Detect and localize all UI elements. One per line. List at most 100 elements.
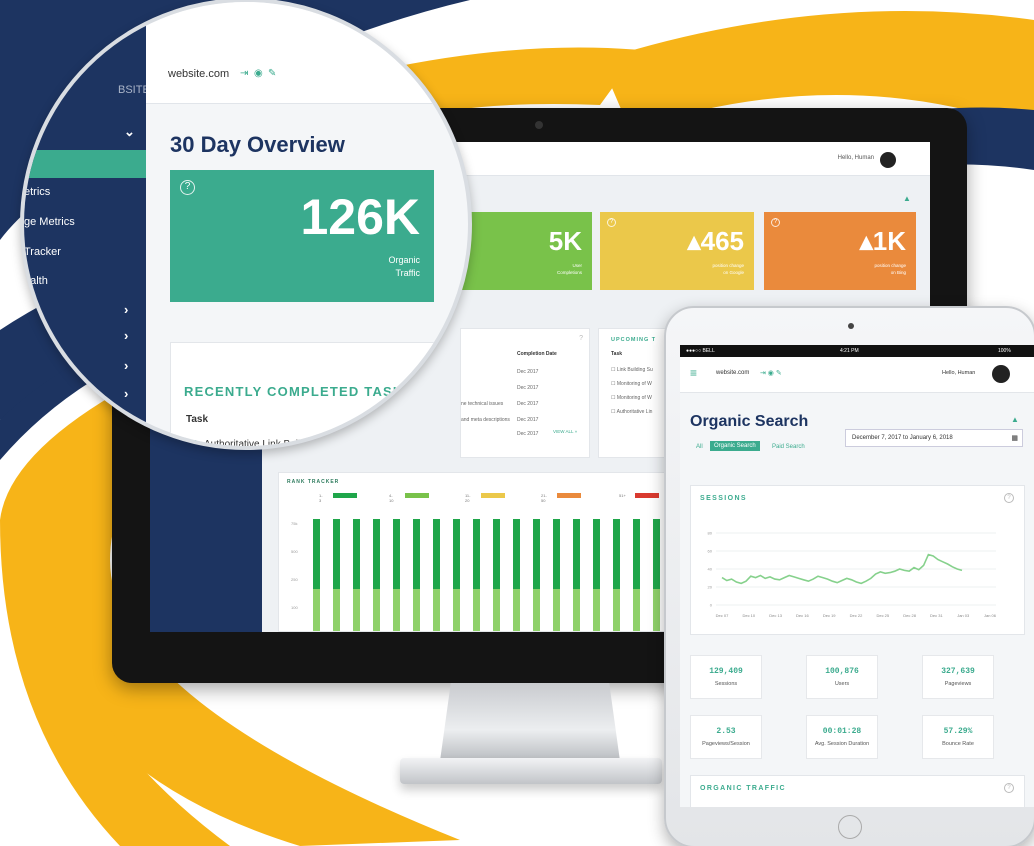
organic-traffic-title: ORGANIC TRAFFIC [700, 785, 786, 792]
rank-bar-segment [453, 589, 460, 631]
rank-bar [633, 519, 640, 631]
legend-label: 21-50 [541, 493, 547, 503]
zoom-top-bar [146, 2, 468, 104]
sidebar-item[interactable]: ge Metrics [24, 216, 75, 228]
login-icon[interactable]: ⇥ [240, 68, 248, 79]
status-bar: ●●●○○ BELL 4:21 PM 100% [680, 345, 1034, 357]
filter-all[interactable]: All [696, 444, 703, 450]
carrier: ●●●○○ BELL [686, 348, 715, 354]
sidebar-item-active[interactable] [24, 150, 146, 178]
chevron-down-icon[interactable]: ⌄ [124, 124, 135, 140]
task-cell: and meta descriptions [461, 417, 510, 423]
rank-bar [313, 519, 320, 631]
stat-label: Avg. Session Duration [814, 741, 870, 747]
stat-tile: 129,409 Sessions [690, 655, 762, 699]
x-tick: Dec 25 [876, 613, 889, 618]
stat-tile: 2.53 Pageviews/Session [690, 715, 762, 759]
stat-tile: 327,639 Pageviews [922, 655, 994, 699]
help-icon[interactable]: ? [607, 218, 616, 227]
rank-bar [653, 519, 660, 631]
filter-paid[interactable]: Paid Search [772, 444, 805, 450]
x-tick: Dec 19 [823, 613, 836, 618]
task-header: Task [611, 351, 623, 357]
y-tick: 20 [708, 585, 713, 590]
avatar[interactable] [992, 365, 1010, 383]
rank-bar [553, 519, 560, 631]
calendar-icon: ▦ [1011, 435, 1018, 442]
stat-value: 57.29% [943, 727, 973, 736]
greeting-text: Hello, Human [942, 370, 976, 376]
x-tick: Dec 22 [850, 613, 863, 618]
tablet-home-button[interactable] [838, 815, 862, 839]
eye-icon[interactable]: ◉ [254, 68, 263, 79]
rank-bar [613, 519, 620, 631]
chevron-right-icon[interactable]: › [124, 358, 128, 373]
x-tick: Jan 03 [957, 613, 970, 618]
help-icon[interactable]: ? [771, 218, 780, 227]
export-icon[interactable]: ▲ [1011, 415, 1019, 424]
chevron-right-icon[interactable]: › [124, 416, 128, 431]
stat-value: 2.53 [716, 727, 736, 736]
nav-icons[interactable]: ⇥ ◉ ✎ [760, 369, 782, 377]
date-cell: Dec 2017 [517, 431, 539, 437]
magnifier-zoom: BSITE ⌄ etrics ge Metrics Tracker ealth … [20, 0, 472, 450]
chevron-right-icon[interactable]: › [124, 328, 128, 343]
chevron-right-icon[interactable]: › [124, 386, 128, 401]
stat-label: Pageviews [944, 681, 972, 687]
rank-bar-segment [513, 519, 520, 589]
rank-bar-segment [573, 589, 580, 631]
rank-bar-segment [393, 519, 400, 589]
rank-bar-segment [593, 589, 600, 631]
help-icon[interactable]: ? [579, 335, 583, 342]
stat-value: 129,409 [709, 667, 743, 676]
legend-swatch [557, 493, 581, 498]
rank-bar [513, 519, 520, 631]
greeting-text: Hello, Human [837, 155, 874, 161]
chevron-right-icon[interactable]: › [124, 302, 128, 317]
monitor-stand-base [400, 758, 662, 784]
avatar[interactable] [880, 152, 896, 168]
help-icon[interactable]: ? [180, 180, 195, 195]
x-tick: Dec 10 [742, 613, 755, 618]
rank-bar [413, 519, 420, 631]
sidebar-item[interactable]: ealth [24, 275, 48, 287]
legend-label: 1-3 [319, 493, 323, 503]
date-cell: Dec 2017 [517, 417, 539, 423]
rank-tracker-title: RANK TRACKER [287, 479, 340, 485]
help-icon[interactable]: ? [1004, 493, 1014, 503]
menu-icon[interactable]: ≡ [690, 366, 697, 380]
rank-bar-segment [533, 519, 540, 589]
legend-label: 4-10 [389, 493, 394, 503]
card-label: position change on Bing [874, 263, 906, 275]
stat-value: 100,876 [825, 667, 859, 676]
site-name: website.com [168, 68, 230, 80]
upcoming-item[interactable]: ☐ Monitoring of W [611, 395, 652, 401]
view-all-link[interactable]: VIEW ALL » [553, 429, 577, 434]
stat-tile: 100,876 Users [806, 655, 878, 699]
date-range-picker[interactable]: December 7, 2017 to January 6, 2018 ▦ [845, 429, 1023, 447]
rank-bar-segment [533, 589, 540, 631]
sidebar-item[interactable]: cs [24, 330, 35, 342]
edit-icon[interactable]: ✎ [268, 68, 276, 79]
rank-bar-segment [473, 519, 480, 589]
filter-organic[interactable]: Organic Search [710, 441, 760, 451]
sidebar-item[interactable]: etrics [24, 186, 50, 198]
stat-value: 00:01:28 [822, 727, 862, 736]
date-cell: Dec 2017 [517, 369, 539, 375]
y-tick: 40 [708, 567, 713, 572]
upcoming-item[interactable]: ☐ Monitoring of W [611, 381, 652, 387]
rank-bar-segment [613, 519, 620, 589]
upcoming-item[interactable]: ☐ Link Building Su [611, 367, 653, 373]
rank-bar-segment [473, 589, 480, 631]
site-name: website.com [716, 370, 750, 376]
rank-bar-segment [413, 589, 420, 631]
sidebar-item[interactable]: Tracker [24, 246, 61, 258]
y-tick: 0 [710, 603, 713, 608]
upcoming-item[interactable]: ☐ Authoritative Lin [611, 409, 652, 415]
rank-bar [593, 519, 600, 631]
page-title: 30 Day Overview [170, 132, 345, 157]
rank-bar-segment [353, 519, 360, 589]
status-time: 4:21 PM [840, 348, 859, 354]
export-icon[interactable]: ▲ [903, 194, 911, 203]
help-icon[interactable]: ? [1004, 783, 1014, 793]
